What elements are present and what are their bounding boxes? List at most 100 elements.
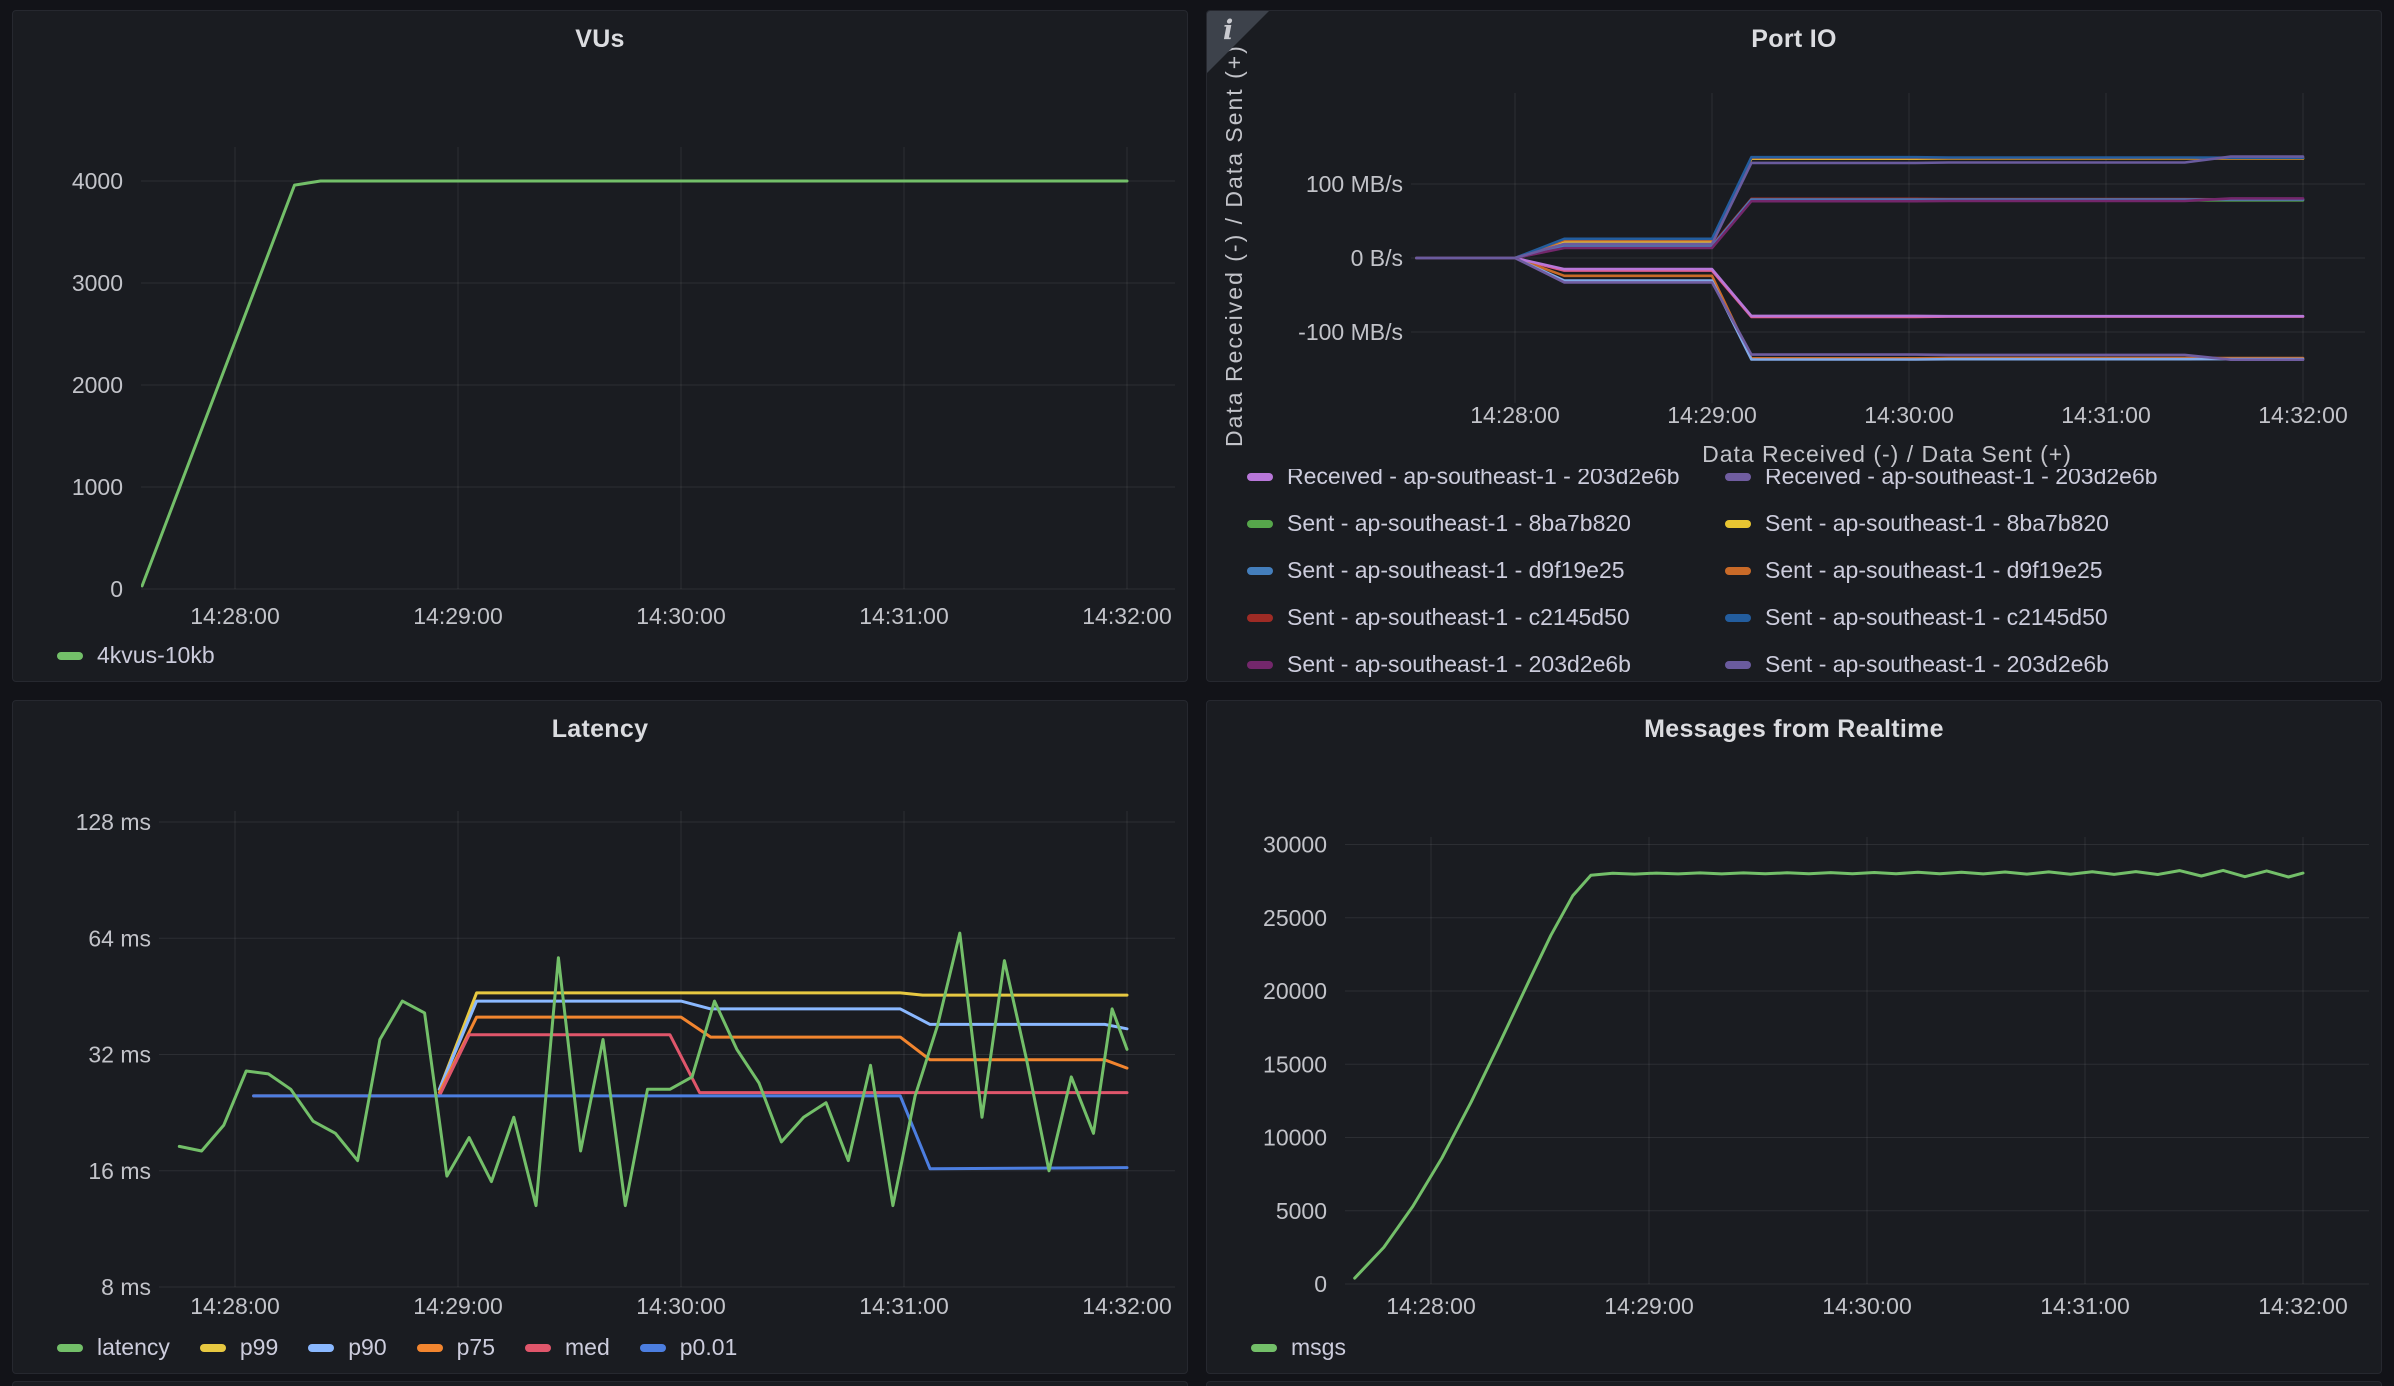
legend-label: Received - ap-southeast-1 - 203d2e6b	[1765, 469, 2158, 490]
x-tick-label: 14:29:00	[413, 1293, 503, 1319]
legend-swatch	[417, 1344, 443, 1352]
legend-label: latency	[97, 1334, 170, 1361]
latency-legend: latency p99 p90 p75 med p0.01	[57, 1334, 737, 1361]
x-tick-label: 14:31:00	[859, 1293, 949, 1319]
series-line-p0.01	[254, 1096, 1127, 1169]
x-tick-label: 14:29:00	[1604, 1293, 1694, 1319]
portio-x-axis-label: Data Received (-) / Data Sent (+)	[1411, 441, 2363, 468]
panel-title-vus[interactable]: VUs	[13, 25, 1187, 54]
series-line-msgs	[1355, 870, 2303, 1278]
legend-swatch	[1247, 661, 1273, 669]
legend-item[interactable]: Sent - ap-southeast-1 - d9f19e25	[1725, 547, 2367, 594]
y-tick-label: 0	[1314, 1271, 1327, 1297]
legend-item[interactable]: Sent - ap-southeast-1 - 203d2e6b	[1247, 641, 1725, 677]
panel-title-latency[interactable]: Latency	[13, 715, 1187, 744]
axis-tick-labels: 0100020003000400014:28:0014:29:0014:30:0…	[72, 168, 1172, 629]
y-tick-label: 4000	[72, 168, 123, 194]
y-tick-label: 20000	[1263, 978, 1327, 1004]
portio-legend-scroll-area[interactable]: Received - ap-southeast-1 - 203d2e6b Rece…	[1247, 469, 2367, 677]
y-tick-label: 2000	[72, 372, 123, 398]
series-lines	[179, 933, 1127, 1206]
grid-lines	[1345, 837, 2369, 1284]
portio-legend: Received - ap-southeast-1 - 203d2e6b Rece…	[1247, 469, 2367, 677]
legend-item[interactable]: p99	[200, 1334, 278, 1361]
y-tick-label: 0 B/s	[1351, 245, 1403, 271]
legend-item[interactable]: med	[525, 1334, 610, 1361]
grid-lines	[141, 147, 1175, 589]
y-tick-label: 15000	[1263, 1051, 1327, 1077]
x-tick-label: 14:30:00	[636, 603, 726, 629]
y-tick-label: 25000	[1263, 905, 1327, 931]
legend-swatch	[1247, 614, 1273, 622]
legend-label: p90	[348, 1334, 386, 1361]
legend-item[interactable]: Sent - ap-southeast-1 - d9f19e25	[1247, 547, 1725, 594]
legend-swatch	[200, 1344, 226, 1352]
x-tick-label: 14:31:00	[859, 603, 949, 629]
panel-title-portio[interactable]: Port IO	[1207, 25, 2381, 54]
legend-label: Sent - ap-southeast-1 - 8ba7b820	[1765, 510, 2109, 537]
legend-item[interactable]: msgs	[1251, 1334, 1346, 1361]
axis-tick-labels: 8 ms16 ms32 ms64 ms128 ms14:28:0014:29:0…	[76, 809, 1172, 1319]
series-line-Sent - ap-southeast-1 - c2145d50	[1417, 157, 2304, 258]
x-tick-label: 14:28:00	[190, 603, 280, 629]
legend-item[interactable]: Sent - ap-southeast-1 - 8ba7b820	[1725, 500, 2367, 547]
y-tick-label: 64 ms	[88, 925, 151, 951]
y-tick-label: 10000	[1263, 1125, 1327, 1151]
grid-lines	[159, 811, 1175, 1287]
y-tick-label: 0	[110, 576, 123, 602]
y-tick-label: 3000	[72, 270, 123, 296]
series-line-Sent - ap-southeast-1 - d9f19e25	[1417, 158, 2304, 258]
legend-swatch	[1725, 567, 1751, 575]
legend-item[interactable]: Sent - ap-southeast-1 - c2145d50	[1247, 594, 1725, 641]
legend-swatch	[1725, 473, 1751, 481]
legend-item[interactable]: latency	[57, 1334, 170, 1361]
x-tick-label: 14:30:00	[1864, 402, 1954, 428]
series-line-med	[254, 1035, 1127, 1096]
portio-y-axis-label: Data Received (-) / Data Sent (+)	[1221, 44, 1248, 447]
legend-item[interactable]: Received - ap-southeast-1 - 203d2e6b	[1725, 469, 2367, 500]
panel-title-msgs[interactable]: Messages from Realtime	[1207, 715, 2381, 744]
legend-item[interactable]: Sent - ap-southeast-1 - 203d2e6b	[1725, 641, 2367, 677]
legend-label: med	[565, 1334, 610, 1361]
legend-item[interactable]: Received - ap-southeast-1 - 203d2e6b	[1247, 469, 1725, 500]
legend-item[interactable]: p75	[417, 1334, 495, 1361]
legend-label: Sent - ap-southeast-1 - d9f19e25	[1287, 557, 1625, 584]
legend-swatch	[640, 1344, 666, 1352]
x-tick-label: 14:29:00	[1667, 402, 1757, 428]
axis-tick-labels: 05000100001500020000250003000014:28:0014…	[1263, 832, 2348, 1320]
x-tick-label: 14:28:00	[1470, 402, 1560, 428]
x-tick-label: 14:28:00	[1386, 1293, 1476, 1319]
panel-msgs: Messages from Realtime 05000100001500020…	[1206, 700, 2382, 1374]
series-line-4kvus-10kb	[142, 181, 1127, 586]
legend-label: p99	[240, 1334, 278, 1361]
legend-label: msgs	[1291, 1334, 1346, 1361]
y-tick-label: 32 ms	[88, 1042, 151, 1068]
legend-label: p75	[457, 1334, 495, 1361]
legend-label: Sent - ap-southeast-1 - 203d2e6b	[1765, 651, 2109, 677]
axis-tick-labels: 100 MB/s0 B/s-100 MB/s14:28:0014:29:0014…	[1298, 171, 2348, 428]
y-tick-label: 100 MB/s	[1306, 171, 1403, 197]
legend-item[interactable]: Sent - ap-southeast-1 - c2145d50	[1725, 594, 2367, 641]
legend-swatch	[308, 1344, 334, 1352]
legend-label: 4kvus-10kb	[97, 642, 215, 669]
series-line-unlabeled	[1417, 258, 2304, 360]
legend-item[interactable]: p0.01	[640, 1334, 738, 1361]
legend-item[interactable]: Sent - ap-southeast-1 - 8ba7b820	[1247, 500, 1725, 547]
x-tick-label: 14:31:00	[2061, 402, 2151, 428]
legend-swatch	[1247, 520, 1273, 528]
next-row-panel-top	[1206, 1381, 2382, 1386]
msgs-legend: msgs	[1251, 1334, 1346, 1361]
legend-item[interactable]: p90	[308, 1334, 386, 1361]
legend-swatch	[1725, 661, 1751, 669]
vus-chart: 0100020003000400014:28:0014:29:0014:30:0…	[13, 11, 1188, 682]
x-tick-label: 14:32:00	[1082, 1293, 1172, 1319]
legend-item[interactable]: 4kvus-10kb	[57, 642, 215, 669]
legend-label: p0.01	[680, 1334, 738, 1361]
y-tick-label: 30000	[1263, 832, 1327, 858]
panel-vus: VUs 0100020003000400014:28:0014:29:0014:…	[12, 10, 1188, 682]
legend-swatch	[1247, 473, 1273, 481]
legend-label: Sent - ap-southeast-1 - d9f19e25	[1765, 557, 2103, 584]
x-tick-label: 14:30:00	[1822, 1293, 1912, 1319]
info-icon[interactable]: i	[1223, 15, 1233, 46]
y-tick-label: 1000	[72, 474, 123, 500]
